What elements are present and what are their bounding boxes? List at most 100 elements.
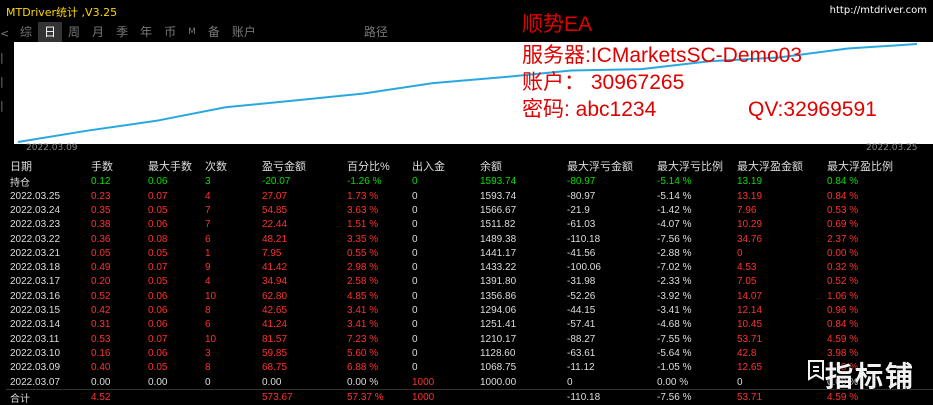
cell-max-floating-loss-pct: -7.56 % [657,233,692,245]
col-max-floating-loss-pct[interactable]: 最大浮亏比例 [653,158,733,174]
tab-currency[interactable]: 币 [158,22,182,42]
cell-deposit: 0 [412,290,418,302]
col-max-floating-loss[interactable]: 最大浮亏金额 [563,158,653,174]
cell-lots: 0.12 [91,176,111,187]
cell-percent: 1.51 % [347,219,379,231]
col-percent[interactable]: 百分比% [343,158,408,174]
table-row[interactable]: 2022.03.11 0.53 0.07 10 81.57 7.23 % 0 1210.17 -… [6,332,933,346]
cell-percent: 5.60 % [347,347,379,359]
cell-max-floating-loss: -21.9 [567,204,590,216]
table-row[interactable]: 2022.03.16 0.52 0.06 10 62.80 4.85 % 0 1356.86 -… [6,289,933,303]
col-max-floating-profit[interactable]: 最大浮盈金额 [733,158,823,174]
table-row[interactable]: 2022.03.07 0.00 0.00 0 0.00 0.00 % 1000 1000.00… [6,375,933,390]
cell-max-floating-profit-pct: 0.53 % [827,204,859,216]
cell-lots: 0.20 [91,276,111,288]
table-row[interactable]: 2022.03.21 0.05 0.05 1 7.95 0.55 % 0 1441.17 -41… [6,246,933,260]
cell-lots: 0.00 [91,376,111,388]
cell-profit: 41.42 [262,262,288,274]
cell-max-floating-loss-pct: 0.00 % [657,376,689,388]
tab-account[interactable]: 账户 [226,22,262,42]
cell-profit: 62.80 [262,290,288,302]
tab-quarterly[interactable]: 季 [110,22,134,42]
tab-summary[interactable]: 综 [14,22,38,42]
cell-profit: 42.65 [262,305,288,317]
col-date[interactable]: 日期 [6,158,87,174]
cell-trades: 9 [205,262,211,274]
table-row[interactable]: 2022.03.10 0.16 0.06 3 59.85 5.60 % 0 1128.60 -6… [6,346,933,360]
cell-deposit: 0 [412,190,418,202]
table-row[interactable]: 2022.03.22 0.36 0.08 6 48.21 3.35 % 0 1489.38 -1… [6,232,933,246]
cell-max-floating-loss-pct: -4.68 % [657,319,692,331]
cell-trades: 10 [205,333,217,345]
cell-max-lots: 0.06 [148,176,168,187]
cell-max-floating-loss: -31.98 [567,276,596,288]
cell-date: 2022.03.15 [10,305,61,317]
cell-max-floating-profit-pct: 0.00 % [827,247,859,259]
col-max-floating-profit-pct[interactable]: 最大浮盈比例 [823,158,933,174]
cell-profit: 34.94 [262,276,288,288]
chart-end-date: 2022.03.25 [866,143,918,153]
col-trades[interactable]: 次数 [201,158,258,174]
table-row[interactable]: 2022.03.23 0.38 0.06 7 22.44 1.51 % 0 1511.82 -6… [6,218,933,232]
cell-date: 2022.03.14 [10,319,61,331]
overlay-account: 账户： 30967265 [522,71,685,94]
edge-glyph: | [0,99,4,112]
cell-max-floating-profit-pct: 0.52 % [827,276,859,288]
total-trades [201,389,258,405]
table-row[interactable]: 2022.03.09 0.40 0.05 8 68.75 6.88 % 0 1068.75 -1… [6,361,933,375]
cell-deposit: 1000 [412,376,435,388]
cell-max-floating-loss: -63.61 [567,347,596,359]
table-row[interactable]: 2022.03.14 0.31 0.06 6 41.24 3.41 % 0 1251.41 -5… [6,318,933,332]
watermark-text: 指标铺 [824,360,915,393]
cell-max-lots: 0.08 [148,233,168,245]
cell-max-lots: 0.06 [148,219,168,231]
cell-max-floating-profit: 14.07 [737,290,763,302]
cell-lots: 0.42 [91,305,111,317]
table-row[interactable]: 2022.03.18 0.49 0.07 9 41.42 2.98 % 0 1433.22 -1… [6,260,933,274]
total-max-floating-loss-pct: -7.56 % [653,389,733,405]
cell-max-lots: 0.07 [148,333,168,345]
cell-balance: 1294.06 [480,305,517,317]
cell-deposit: 0 [412,276,418,288]
col-max-lots[interactable]: 最大手数 [144,158,201,174]
cell-date: 持仓 [10,178,30,189]
col-profit[interactable]: 盈亏金额 [258,158,343,174]
col-deposit[interactable]: 出入金 [408,158,476,174]
table-row[interactable]: 2022.03.15 0.42 0.06 8 42.65 3.41 % 0 1294.06 -4… [6,303,933,317]
cell-percent: 0.55 % [347,247,379,259]
cell-max-lots: 0.00 [148,376,168,388]
table-row[interactable]: 2022.03.25 0.23 0.07 4 27.07 1.73 % 0 1593.74 -8… [6,189,933,203]
website-link[interactable]: http://mtdriver.com [830,5,927,16]
cell-lots: 0.49 [91,262,111,274]
cell-date: 2022.03.23 [10,219,61,231]
tab-magic[interactable]: M [182,22,202,42]
overlay-server: 服务器:ICMarketsSC-Demo03 [522,44,803,67]
col-balance[interactable]: 余额 [476,158,563,174]
tab-notes[interactable]: 备 [202,22,226,42]
table-row[interactable]: 持仓 0.12 0.06 3 -20.07 -1.26 % 0 1593.74 -80.97 -5… [6,174,933,189]
col-lots[interactable]: 手数 [87,158,144,174]
cell-balance: 1068.75 [480,362,517,374]
total-lots: 4.52 [87,389,144,405]
cell-max-floating-loss-pct: -3.92 % [657,290,692,302]
total-max-floating-loss: -110.18 [563,389,653,405]
cell-lots: 0.40 [91,362,111,374]
cell-profit: 22.44 [262,219,288,231]
tab-path[interactable]: 路径 [358,22,394,42]
cell-trades: 6 [205,233,211,245]
table-row[interactable]: 2022.03.24 0.35 0.05 7 54.85 3.63 % 0 1566.67 -2… [6,203,933,217]
cell-date: 2022.03.17 [10,276,61,288]
cell-date: 2022.03.11 [10,333,60,345]
total-deposit: 1000 [408,389,476,405]
table-header-row: 日期 手数 最大手数 次数 盈亏金额 百分比% 出入金 余额 最大浮亏金额 最大… [6,158,933,174]
cell-deposit: 0 [412,262,418,274]
cell-profit: 48.21 [262,233,288,245]
table-row[interactable]: 2022.03.17 0.20 0.05 4 34.94 2.58 % 0 1391.80 -3… [6,275,933,289]
tab-yearly[interactable]: 年 [134,22,158,42]
cell-trades: 3 [205,176,211,187]
tab-monthly[interactable]: 月 [86,22,110,42]
tab-daily[interactable]: 日 [38,22,63,42]
cell-balance: 1511.82 [480,219,516,231]
tab-weekly[interactable]: 周 [62,22,86,42]
edge-glyph: < [0,27,10,40]
